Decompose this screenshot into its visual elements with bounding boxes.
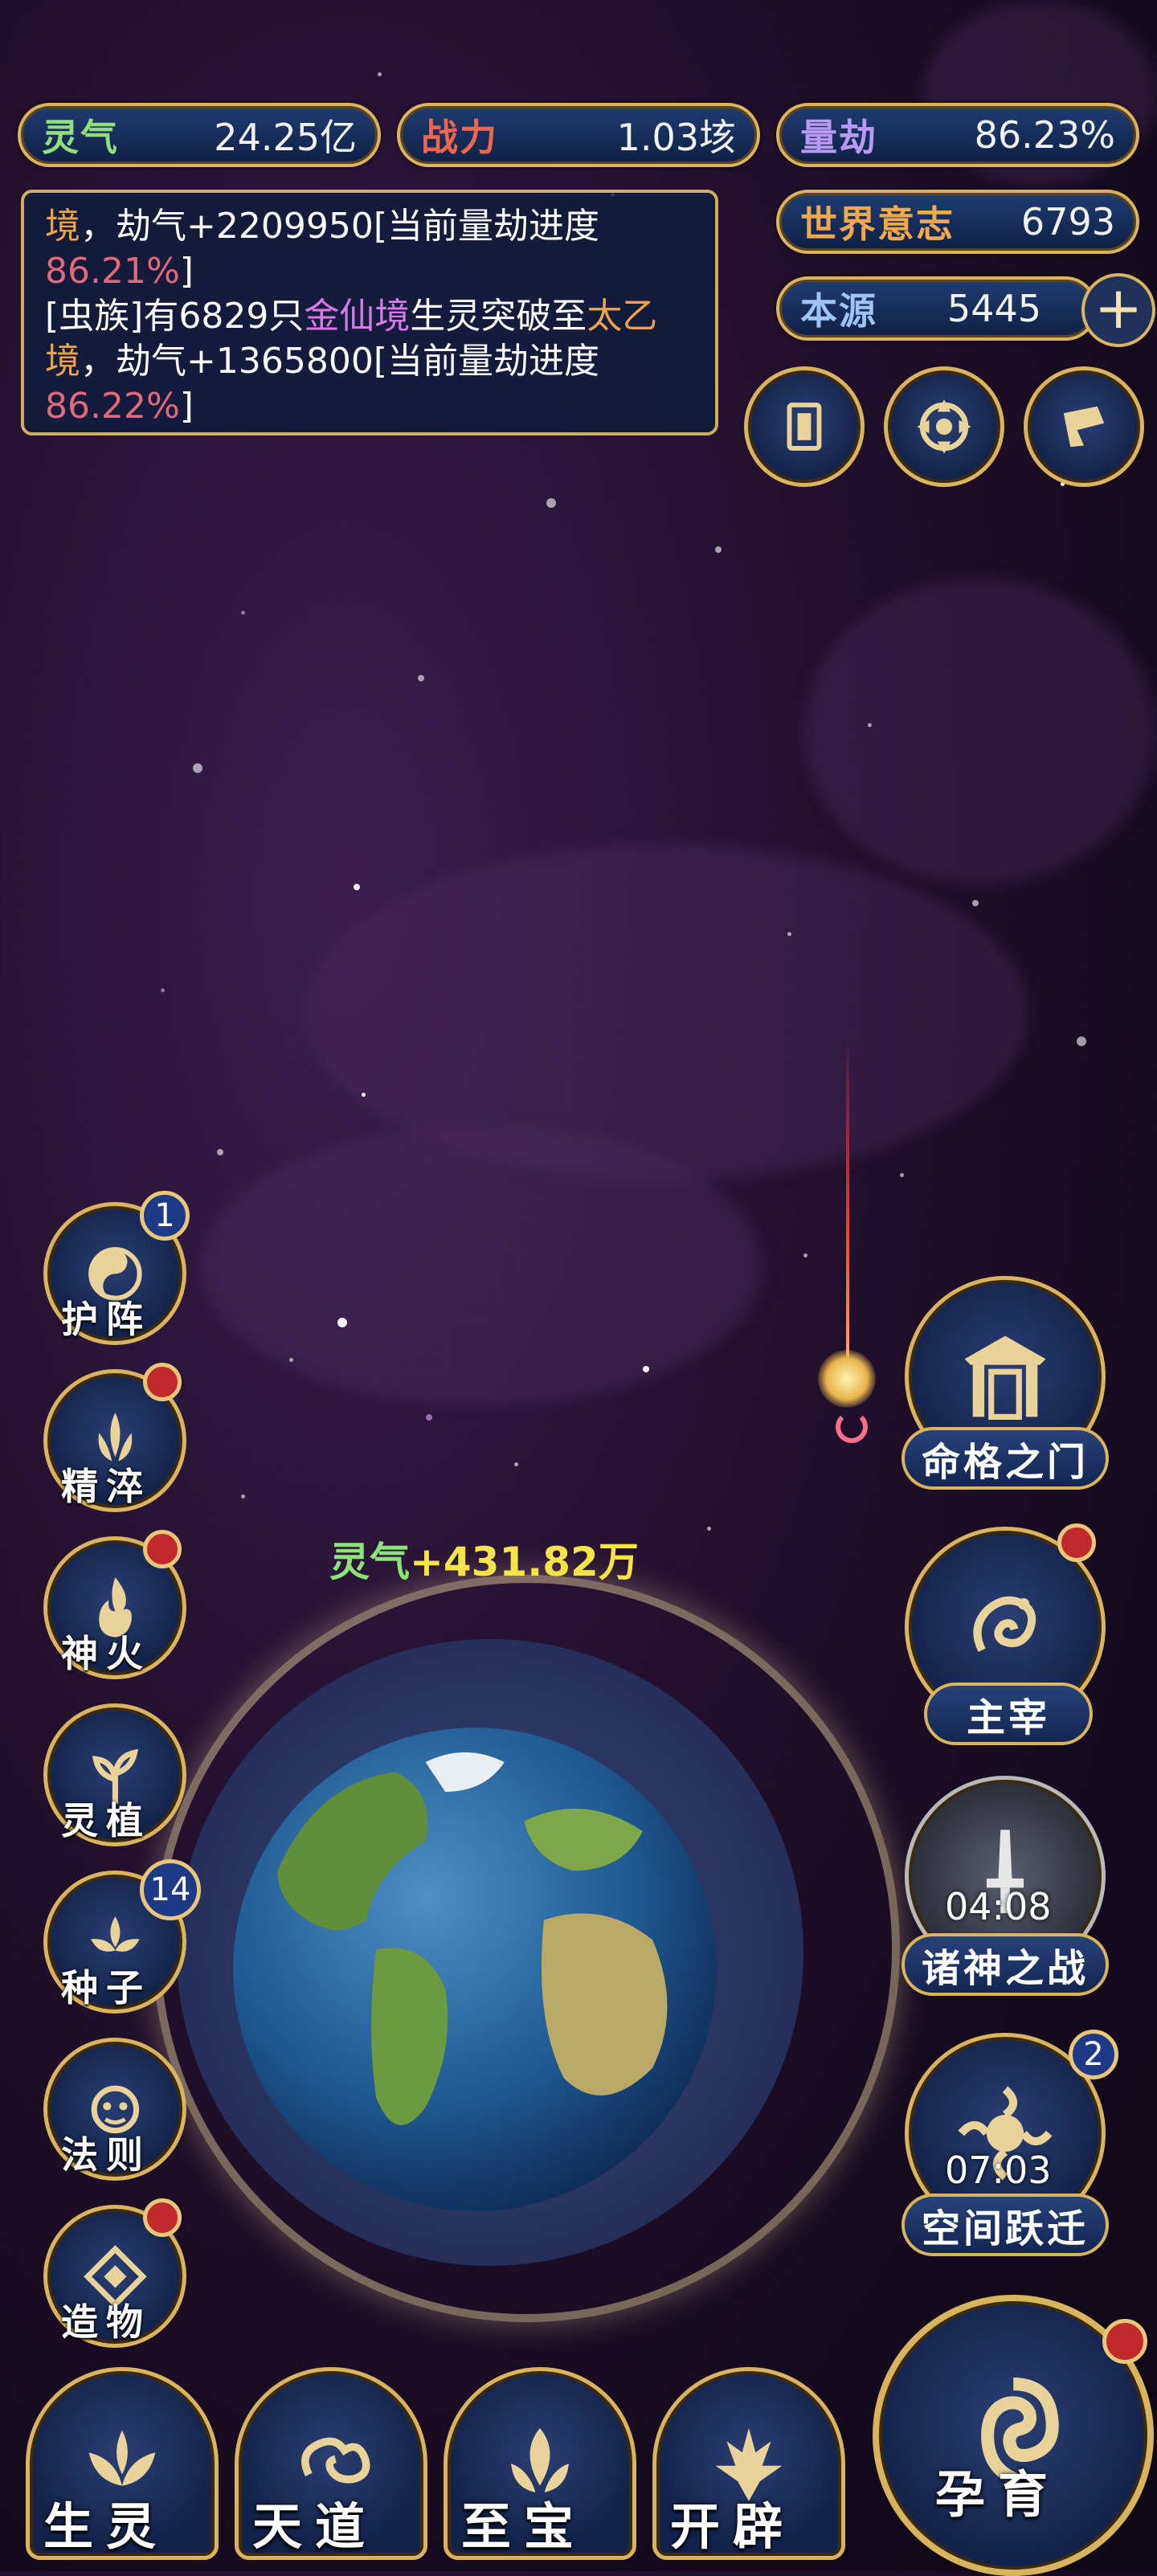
log-text: ] bbox=[179, 251, 194, 292]
ruler-label: 主宰 bbox=[924, 1683, 1093, 1745]
benyuan-value: 5445 bbox=[946, 287, 1041, 330]
star bbox=[787, 932, 791, 936]
portal-button[interactable] bbox=[884, 366, 1004, 487]
card-button[interactable] bbox=[744, 366, 865, 487]
lingqi-bar: 灵气 24.25亿 bbox=[18, 103, 381, 167]
star bbox=[378, 72, 382, 76]
shijie-bar: 世界意志 6793 bbox=[776, 190, 1139, 254]
log-text: 生灵突破至 bbox=[410, 296, 587, 337]
log-realm: 境 bbox=[45, 206, 80, 247]
zhanli-value: 1.03垓 bbox=[616, 116, 736, 159]
lingqi-label: 灵气 bbox=[42, 116, 119, 159]
log-text: [虫族]有6829只 bbox=[45, 296, 305, 337]
star bbox=[514, 1462, 518, 1466]
benyuan-bar: 本源 5445 bbox=[776, 276, 1098, 341]
log-text: ，劫气+2209950[当前量劫进度 bbox=[80, 206, 599, 247]
bottom-nav-label-1: 生灵 bbox=[43, 2497, 170, 2556]
notification-dot bbox=[143, 1530, 182, 1568]
star bbox=[900, 1173, 904, 1177]
add-benyuan-button[interactable]: + bbox=[1081, 273, 1155, 347]
ruler-notification-dot bbox=[1057, 1523, 1096, 1562]
star bbox=[337, 1318, 347, 1327]
star bbox=[972, 900, 979, 906]
log-realm: 金仙境 bbox=[304, 296, 411, 337]
log-realm: 太乙 bbox=[587, 296, 658, 337]
star bbox=[241, 1494, 245, 1499]
liangjie-label: 量劫 bbox=[800, 116, 877, 159]
gain-value: +431.82万 bbox=[410, 1539, 639, 1585]
hook-icon bbox=[836, 1411, 868, 1443]
bottom-nav-label-2: 天道 bbox=[252, 2497, 378, 2556]
log-progress: 86.22% bbox=[45, 386, 180, 427]
star bbox=[643, 1366, 649, 1372]
star bbox=[217, 1149, 223, 1155]
planet-earth[interactable] bbox=[228, 1723, 722, 2216]
left-menu-label-3: 神火 bbox=[61, 1632, 151, 1675]
count-badge: 14 bbox=[140, 1859, 201, 1920]
floating-gain: 灵气+431.82万 bbox=[329, 1530, 639, 1588]
left-menu-label-2: 精淬 bbox=[61, 1465, 151, 1508]
gain-label: 灵气 bbox=[329, 1539, 410, 1585]
shijie-label: 世界意志 bbox=[800, 202, 955, 246]
zhanli-bar: 战力 1.03垓 bbox=[397, 103, 760, 167]
space-jump-label: 空间跃迁 bbox=[901, 2194, 1109, 2256]
star bbox=[803, 1253, 807, 1257]
star bbox=[546, 498, 556, 508]
fate-gate-label: 命格之门 bbox=[901, 1427, 1109, 1490]
nebula-cloud bbox=[201, 1125, 763, 1406]
star bbox=[715, 546, 722, 553]
log-progress: 86.21% bbox=[45, 251, 180, 292]
liangjie-value: 86.23% bbox=[974, 113, 1115, 157]
star bbox=[418, 675, 424, 681]
star bbox=[868, 723, 872, 727]
gods-war-label: 诸神之战 bbox=[901, 1933, 1109, 1996]
zhanli-label: 战力 bbox=[421, 116, 498, 159]
red-beam bbox=[846, 1037, 849, 1366]
event-log[interactable]: 境，劫气+2209950[当前量劫进度 86.21%] [虫族]有6829只金仙… bbox=[21, 190, 718, 435]
log-realm: 境 bbox=[45, 341, 80, 382]
left-menu-label-6: 法则 bbox=[61, 2133, 151, 2177]
notification-dot bbox=[143, 1363, 182, 1401]
star bbox=[426, 1414, 432, 1421]
log-text: ，劫气+1365800[当前量劫进度 bbox=[80, 341, 599, 382]
flag-button[interactable] bbox=[1024, 366, 1144, 487]
space-jump-badge: 2 bbox=[1069, 2030, 1118, 2079]
left-menu-label-7: 造物 bbox=[61, 2300, 151, 2344]
count-badge: 1 bbox=[140, 1191, 190, 1241]
left-menu-label-5: 种子 bbox=[61, 1966, 151, 2010]
star bbox=[161, 988, 165, 992]
golden-figure-icon[interactable] bbox=[818, 1350, 876, 1408]
shijie-value: 6793 bbox=[1020, 200, 1115, 243]
space-jump-timer: 07:03 bbox=[945, 2149, 1052, 2192]
nebula-cloud bbox=[803, 579, 1157, 884]
bottom-nav-label-4: 开辟 bbox=[670, 2497, 796, 2556]
gate-icon bbox=[964, 1335, 1046, 1420]
star bbox=[362, 1093, 366, 1097]
star bbox=[241, 611, 245, 615]
bottom-nav-label-3: 至宝 bbox=[461, 2497, 587, 2556]
star bbox=[707, 1527, 711, 1531]
star bbox=[193, 763, 202, 773]
benyuan-label: 本源 bbox=[800, 289, 877, 333]
flag-icon bbox=[1063, 406, 1105, 448]
lingqi-value: 24.25亿 bbox=[214, 116, 357, 159]
nurture-label: 孕育 bbox=[935, 2465, 1061, 2524]
portal-icon bbox=[917, 399, 971, 454]
left-menu-label-4: 灵植 bbox=[61, 1799, 151, 1842]
star bbox=[1077, 1037, 1086, 1046]
notification-dot bbox=[143, 2198, 182, 2237]
star bbox=[354, 884, 360, 890]
star bbox=[289, 1358, 293, 1362]
card-icon bbox=[787, 403, 822, 451]
gods-war-timer: 04:08 bbox=[945, 1885, 1052, 1928]
liangjie-bar: 量劫 86.23% bbox=[776, 103, 1139, 167]
dragon-icon bbox=[973, 1596, 1036, 1653]
left-menu-label-1: 护阵 bbox=[61, 1298, 151, 1341]
log-text: ] bbox=[179, 386, 194, 427]
nurture-notification-dot bbox=[1102, 2319, 1147, 2364]
